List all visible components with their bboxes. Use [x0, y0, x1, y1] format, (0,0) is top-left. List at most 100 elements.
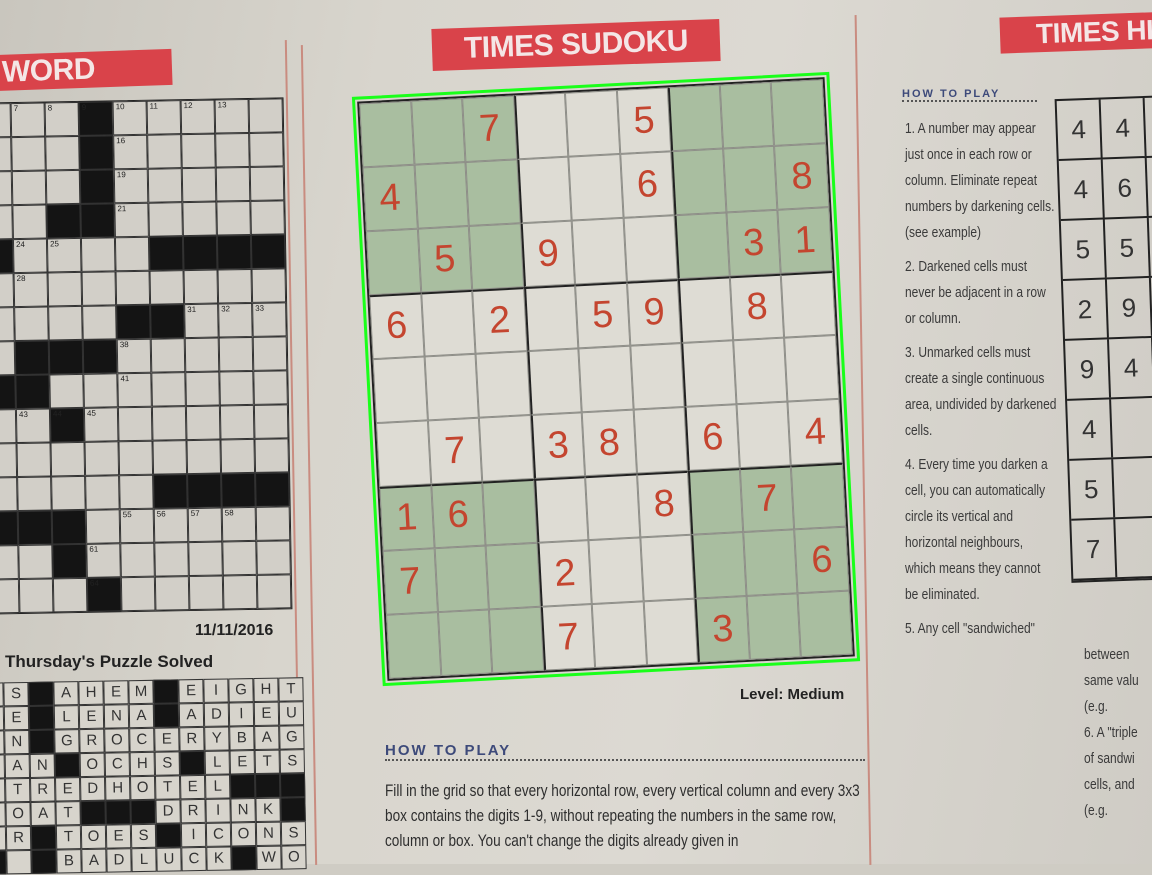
- hitori-cell: 5: [1104, 217, 1151, 278]
- sudoku-cell[interactable]: 2: [472, 287, 528, 354]
- sudoku-cell[interactable]: [771, 79, 826, 146]
- sudoku-cell[interactable]: [386, 612, 441, 679]
- solved-letter-cell: N: [103, 704, 130, 729]
- sudoku-cell[interactable]: [640, 534, 695, 602]
- sudoku-cell[interactable]: [517, 156, 572, 224]
- sudoku-cell[interactable]: [482, 478, 538, 546]
- sudoku-cell[interactable]: [623, 215, 679, 282]
- sudoku-cell[interactable]: 4: [787, 398, 843, 466]
- crossword-cell: [0, 205, 13, 240]
- sudoku-cell[interactable]: [671, 148, 727, 216]
- clue-number: 12: [183, 100, 193, 111]
- sudoku-cell[interactable]: [591, 601, 647, 668]
- sudoku-cell[interactable]: [797, 590, 853, 658]
- sudoku-cell[interactable]: 7: [382, 548, 438, 615]
- crossword-cell: [181, 133, 216, 169]
- sudoku-cell[interactable]: [414, 162, 469, 229]
- sudoku-cell[interactable]: 8: [774, 143, 830, 210]
- sudoku-cell[interactable]: 1: [777, 207, 833, 274]
- sudoku-cell[interactable]: [722, 145, 778, 213]
- sudoku-cell[interactable]: [478, 415, 534, 482]
- sudoku-cell[interactable]: [375, 420, 431, 488]
- sudoku-cell[interactable]: 5: [417, 225, 473, 293]
- sudoku-cell[interactable]: [743, 529, 798, 596]
- sudoku-cell[interactable]: [578, 345, 634, 413]
- sudoku-cell[interactable]: [691, 532, 747, 599]
- sudoku-cell[interactable]: [465, 159, 521, 226]
- sudoku-cell[interactable]: 2: [537, 540, 592, 607]
- sudoku-cell[interactable]: [781, 270, 837, 338]
- sudoku-cell[interactable]: 9: [626, 279, 682, 346]
- hitori-banner: TIMES HI: [999, 10, 1152, 54]
- crossword-black-cell: [51, 509, 87, 545]
- sudoku-cell[interactable]: [485, 542, 541, 610]
- sudoku-cell[interactable]: [674, 212, 730, 280]
- solved-letter-cell: D: [80, 776, 106, 802]
- sudoku-cell[interactable]: 1: [379, 484, 435, 551]
- sudoku-cell[interactable]: 3: [726, 209, 782, 277]
- sudoku-cell[interactable]: [733, 337, 788, 405]
- clue-number: 24: [15, 239, 26, 250]
- solved-black-cell: [130, 799, 156, 825]
- sudoku-cell[interactable]: [475, 351, 531, 418]
- sudoku-cell[interactable]: [468, 223, 524, 290]
- sudoku-cell[interactable]: [565, 90, 621, 157]
- sudoku-cell[interactable]: [630, 342, 685, 410]
- sudoku-cell[interactable]: [424, 353, 479, 421]
- sudoku-cell[interactable]: [420, 289, 476, 357]
- sudoku-cell[interactable]: [568, 153, 624, 221]
- sudoku-cell[interactable]: [571, 217, 627, 285]
- sudoku-cell[interactable]: 7: [739, 465, 795, 533]
- sudoku-cell[interactable]: [688, 468, 744, 535]
- sudoku-cell[interactable]: [585, 473, 641, 541]
- sudoku-cell[interactable]: [410, 98, 466, 165]
- crossword-cell: [188, 541, 223, 577]
- sudoku-cell[interactable]: [681, 340, 737, 407]
- sudoku-cell[interactable]: 4: [362, 164, 418, 232]
- crossword-cell: 10: [112, 100, 148, 136]
- sudoku-cell[interactable]: 6: [620, 151, 675, 218]
- sudoku-cell[interactable]: 9: [520, 220, 576, 288]
- sudoku-cell[interactable]: [668, 84, 723, 152]
- sudoku-cell[interactable]: 8: [581, 409, 637, 477]
- clue-number: 31: [187, 304, 197, 315]
- sudoku-cell[interactable]: 7: [427, 417, 483, 485]
- sudoku-cell[interactable]: 6: [369, 292, 425, 360]
- sudoku-cell[interactable]: 8: [636, 470, 692, 538]
- sudoku-cell[interactable]: [643, 598, 699, 666]
- sudoku-cell[interactable]: 6: [684, 404, 740, 471]
- sudoku-cell[interactable]: [365, 228, 421, 296]
- sudoku-cell[interactable]: [489, 606, 544, 674]
- sudoku-cell[interactable]: [527, 348, 582, 416]
- hitori-cell: 5: [1060, 219, 1107, 279]
- sudoku-cell[interactable]: [359, 100, 415, 168]
- sudoku-cell[interactable]: [736, 401, 792, 469]
- sudoku-cell[interactable]: [434, 545, 490, 613]
- sudoku-cell[interactable]: 7: [462, 95, 518, 163]
- sudoku-cell[interactable]: 3: [530, 412, 586, 479]
- crossword-banner: WORD: [0, 48, 173, 92]
- sudoku-cell[interactable]: [791, 462, 847, 530]
- sudoku-cell[interactable]: [372, 356, 428, 424]
- sudoku-cell[interactable]: [784, 334, 840, 402]
- hitori-cell: 4: [1056, 99, 1103, 160]
- sudoku-cell[interactable]: [746, 593, 802, 660]
- sudoku-cell[interactable]: [523, 284, 579, 352]
- sudoku-cell[interactable]: 8: [729, 273, 785, 341]
- solved-letter-cell: T: [254, 749, 280, 775]
- sudoku-cell[interactable]: [719, 81, 775, 149]
- sudoku-cell[interactable]: 6: [430, 481, 486, 549]
- sudoku-cell[interactable]: [588, 537, 644, 605]
- sudoku-cell[interactable]: 5: [616, 87, 672, 154]
- difficulty-level: Level: Medium: [740, 686, 845, 703]
- sudoku-cell[interactable]: 5: [575, 281, 631, 349]
- sudoku-cell[interactable]: [513, 92, 569, 160]
- sudoku-cell[interactable]: [437, 609, 493, 677]
- sudoku-cell[interactable]: 3: [694, 595, 750, 663]
- sudoku-cell[interactable]: [678, 276, 734, 343]
- solved-puzzle-title: Thursday's Puzzle Solved: [5, 652, 214, 671]
- sudoku-cell[interactable]: [533, 476, 589, 543]
- sudoku-cell[interactable]: [633, 406, 689, 474]
- sudoku-cell[interactable]: 7: [540, 604, 596, 671]
- sudoku-cell[interactable]: 6: [794, 526, 850, 594]
